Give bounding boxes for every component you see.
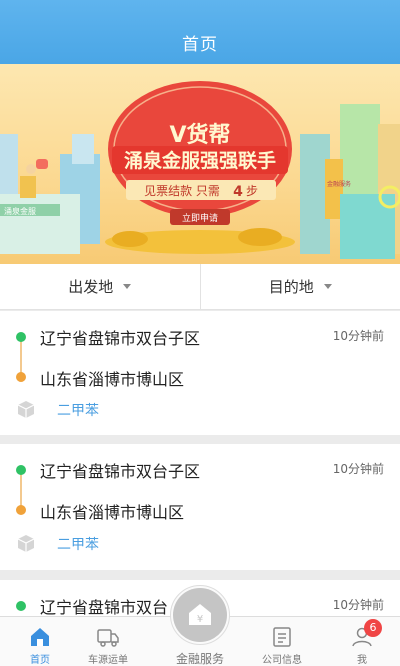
chevron-down-icon xyxy=(123,284,132,289)
order-origin: 辽宁省盘锦市双台 xyxy=(40,598,169,617)
order-goods: 二甲苯 xyxy=(57,537,99,553)
banner-tagline: 见票结款 只需 xyxy=(144,184,220,198)
finance-home-icon: ¥ xyxy=(189,604,211,625)
tab-finance-label: 金融服务 xyxy=(175,652,224,666)
destination-dot-icon xyxy=(16,372,26,382)
origin-filter-label: 出发地 xyxy=(68,278,114,296)
home-icon xyxy=(31,628,49,646)
order-origin: 辽宁省盘锦市双台子区 xyxy=(40,462,201,481)
page-title: 首页 xyxy=(182,35,218,55)
banner-subline: 涌泉金服强强联手 xyxy=(124,149,276,172)
order-time: 10分钟前 xyxy=(332,462,384,476)
filter-bar: 出发地 目的地 xyxy=(0,264,400,310)
chevron-down-icon xyxy=(323,284,332,289)
order-card[interactable]: 辽宁省盘锦市双台子区 10分钟前 山东省淄博市博山区 二甲苯 xyxy=(0,444,400,570)
truck-icon xyxy=(97,629,119,647)
notification-badge: 6 xyxy=(364,619,382,637)
banner-headline: V货帮 xyxy=(169,122,230,148)
order-time: 10分钟前 xyxy=(332,329,384,343)
tab-company[interactable]: 公司信息 xyxy=(242,617,322,666)
destination-dot-icon xyxy=(16,505,26,515)
destination-filter[interactable]: 目的地 xyxy=(199,264,400,309)
finance-center-button-inner[interactable]: ¥ xyxy=(173,588,227,642)
cargo-box-icon xyxy=(17,401,35,418)
origin-dot-icon xyxy=(16,465,26,475)
order-destination: 山东省淄博市博山区 xyxy=(40,370,185,389)
order-time: 10分钟前 xyxy=(332,598,384,612)
order-card[interactable]: 辽宁省盘锦市双台子区 10分钟前 山东省淄博市博山区 二甲苯 xyxy=(0,311,400,435)
tab-waybill[interactable]: 车源运单 xyxy=(68,617,148,666)
banner-right-sign: 金融服务 xyxy=(327,180,351,188)
order-destination: 山东省淄博市博山区 xyxy=(40,503,185,522)
banner-step-unit: 步 xyxy=(246,184,258,198)
origin-dot-icon xyxy=(16,332,26,342)
banner-left-sign: 涌泉金服 xyxy=(4,206,36,216)
tab-company-label: 公司信息 xyxy=(262,655,302,666)
banner-cta-button[interactable]: 立即申请 xyxy=(182,212,218,224)
cargo-box-icon xyxy=(17,535,35,552)
promo-banner[interactable]: 涌泉金服 金融服务 V货帮 涌泉金服强强联手 见票结款 只需 4 步 立即申请 xyxy=(0,64,400,264)
tab-waybill-label: 车源运单 xyxy=(88,655,128,666)
order-origin: 辽宁省盘锦市双台子区 xyxy=(40,329,201,348)
banner-step-count: 4 xyxy=(233,184,243,200)
banner-illustration: 涌泉金服 金融服务 V货帮 涌泉金服强强联手 见票结款 只需 4 步 立即申请 xyxy=(0,81,400,259)
order-goods: 二甲苯 xyxy=(57,403,99,419)
origin-dot-icon xyxy=(16,601,26,611)
app-header: 首页 xyxy=(0,0,400,64)
svg-text:¥: ¥ xyxy=(197,614,203,625)
destination-filter-label: 目的地 xyxy=(268,278,314,296)
tab-me-label: 我 xyxy=(357,655,367,666)
tab-me[interactable]: 我 xyxy=(322,617,400,666)
origin-filter[interactable]: 出发地 xyxy=(0,264,200,309)
document-icon xyxy=(273,627,291,647)
